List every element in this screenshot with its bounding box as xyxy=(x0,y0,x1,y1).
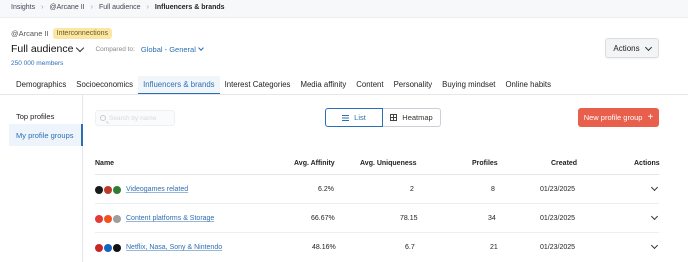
brand-logo-icon xyxy=(113,215,121,223)
new-profile-group-button[interactable]: New profile group + xyxy=(578,108,659,127)
new-group-label: New profile group xyxy=(583,113,643,122)
list-view-button[interactable]: List xyxy=(325,108,383,127)
chevron-down-icon[interactable] xyxy=(650,183,659,192)
tab-buying-mindset[interactable]: Buying mindset xyxy=(437,76,500,95)
brand-logo-icon xyxy=(113,186,121,194)
members-count: 250 000 members xyxy=(11,60,64,67)
row-created: 01/23/2025 xyxy=(540,215,576,222)
column-header-uniqueness[interactable]: Avg. Uniqueness xyxy=(360,160,417,167)
tab-personality[interactable]: Personality xyxy=(389,76,438,95)
brand-logo-icon xyxy=(95,215,103,223)
heatmap-view-button[interactable]: Heatmap xyxy=(383,108,441,127)
tab-media-affinity[interactable]: Media affinity xyxy=(295,76,351,95)
breadcrumb-arcane[interactable]: @Arcane II xyxy=(49,4,84,11)
search-icon xyxy=(100,115,106,121)
compared-value: Global - General xyxy=(140,44,196,54)
brand-row: @Arcane II Interconnections xyxy=(11,28,681,39)
brand-handle: @Arcane II xyxy=(11,29,49,38)
row-uniqueness: 78.15 xyxy=(400,215,418,222)
brand-logo-icon xyxy=(104,186,112,194)
column-header-affinity[interactable]: Avg. Affinity xyxy=(294,160,335,167)
grid-icon xyxy=(390,114,398,121)
view-toggle: List Heatmap xyxy=(325,108,441,127)
list-icon xyxy=(342,114,350,121)
interconnections-badge: Interconnections xyxy=(52,28,113,39)
search-input[interactable] xyxy=(109,114,174,122)
compared-label: Compared to: xyxy=(95,45,135,53)
brand-logo-icon xyxy=(113,244,121,252)
row-logos xyxy=(95,244,121,252)
chevron-down-icon xyxy=(198,45,204,51)
row-profiles: 34 xyxy=(488,215,496,222)
plus-icon: + xyxy=(647,111,654,123)
row-divider xyxy=(95,203,659,204)
chevron-right-icon: › xyxy=(146,4,149,11)
actions-label: Actions xyxy=(613,43,640,53)
breadcrumb-full-audience[interactable]: Full audience xyxy=(99,4,141,11)
row-uniqueness: 2 xyxy=(410,186,414,193)
row-logos xyxy=(95,215,121,223)
column-header-created[interactable]: Created xyxy=(551,160,577,167)
breadcrumb: Insights › @Arcane II › Full audience › … xyxy=(11,4,225,11)
breadcrumb-current: Influencers & brands xyxy=(154,4,225,11)
tab-demographics[interactable]: Demographics xyxy=(11,76,71,95)
row-created: 01/23/2025 xyxy=(540,244,576,251)
breadcrumb-bar: Insights › @Arcane II › Full audience › … xyxy=(0,0,688,18)
column-header-profiles[interactable]: Profiles xyxy=(472,160,498,167)
tab-socioeconomics[interactable]: Socioeconomics xyxy=(71,76,138,95)
tab-influencers-brands[interactable]: Influencers & brands xyxy=(138,76,220,95)
brand-logo-icon xyxy=(95,186,103,194)
row-affinity: 48.16% xyxy=(312,244,336,251)
column-header-name[interactable]: Name xyxy=(95,160,114,167)
row-name-link[interactable]: Netflix, Nasa, Sony & Nintendo xyxy=(126,244,222,251)
brand-logo-icon xyxy=(95,244,103,252)
row-profiles: 8 xyxy=(491,186,495,193)
row-name-link[interactable]: Videogames related xyxy=(126,186,188,193)
tab-content[interactable]: Content xyxy=(351,76,388,95)
tab-interest-categories[interactable]: Interest Categories xyxy=(220,76,296,95)
row-affinity: 66.67% xyxy=(311,215,335,222)
brand-logo-icon xyxy=(104,215,112,223)
sidebar-item-my-profile-groups[interactable]: My profile groups xyxy=(16,131,74,140)
row-logos xyxy=(95,186,121,194)
search-box[interactable] xyxy=(95,110,175,126)
brand-logo-icon xyxy=(104,244,112,252)
breadcrumb-insights[interactable]: Insights xyxy=(11,4,35,11)
row-uniqueness: 6.7 xyxy=(405,244,415,251)
audience-selector[interactable]: Full audience xyxy=(11,43,85,55)
row-divider xyxy=(95,232,659,233)
row-name-link[interactable]: Content platforms & Storage xyxy=(126,215,214,222)
compared-selector[interactable]: Global - General xyxy=(140,44,204,54)
chevron-down-icon[interactable] xyxy=(650,241,659,250)
list-label: List xyxy=(354,113,366,122)
sidebar-item-top-profiles[interactable]: Top profiles xyxy=(16,112,54,121)
page-header: @Arcane II Interconnections Full audienc… xyxy=(11,28,681,67)
tabs-divider xyxy=(0,94,688,95)
actions-button[interactable]: Actions xyxy=(605,38,659,58)
chevron-down-icon xyxy=(76,43,85,52)
chevron-down-icon xyxy=(644,43,652,51)
audience-row: Full audience Compared to: Global - Gene… xyxy=(11,43,681,55)
table-header-divider xyxy=(95,174,659,175)
tab-bar: Demographics Socioeconomics Influencers … xyxy=(11,76,556,95)
tab-online-habits[interactable]: Online habits xyxy=(500,76,556,95)
chevron-right-icon: › xyxy=(90,4,93,11)
row-affinity: 6.2% xyxy=(318,186,334,193)
chevron-down-icon[interactable] xyxy=(650,212,659,221)
audience-title: Full audience xyxy=(11,43,74,55)
row-profiles: 21 xyxy=(490,244,498,251)
row-created: 01/23/2025 xyxy=(540,186,576,193)
chevron-right-icon: › xyxy=(41,4,44,11)
column-header-actions: Actions xyxy=(634,160,660,167)
heatmap-label: Heatmap xyxy=(402,113,433,122)
